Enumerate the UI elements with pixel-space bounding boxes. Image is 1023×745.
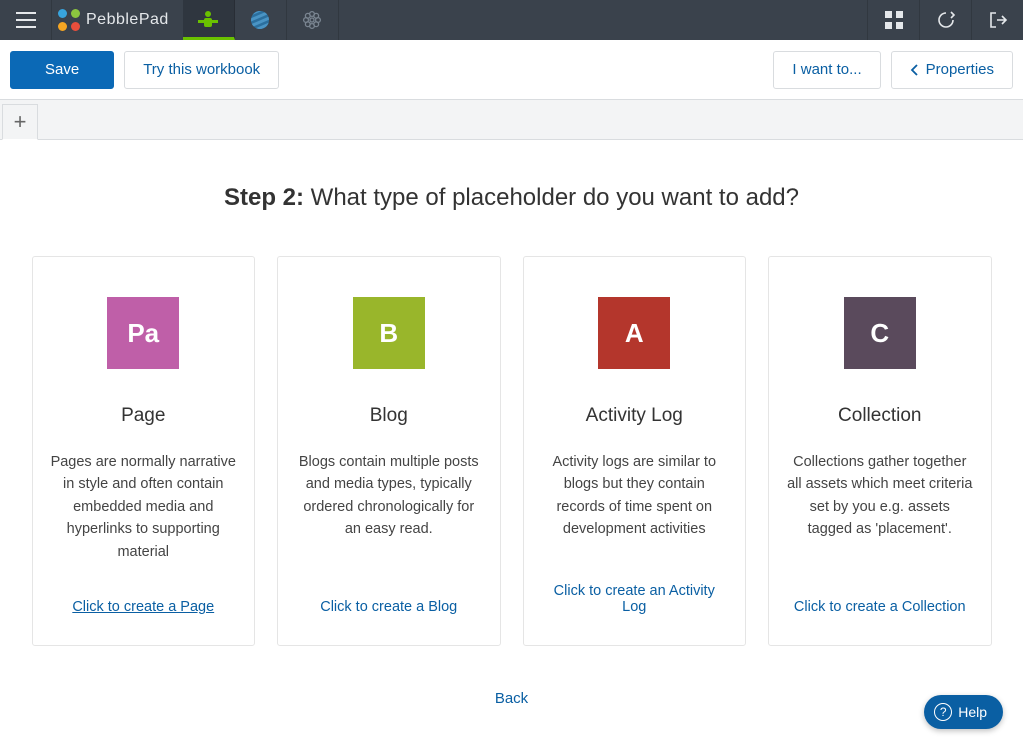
card-page-title: Page	[121, 405, 165, 427]
add-tab-button[interactable]: +	[2, 104, 38, 140]
hamburger-icon	[16, 12, 36, 28]
step-heading: Step 2: What type of placeholder do you …	[32, 184, 992, 212]
save-button[interactable]: Save	[10, 51, 114, 89]
step-question: What type of placeholder do you want to …	[311, 184, 799, 211]
card-collection[interactable]: C Collection Collections gather together…	[768, 256, 992, 646]
logout-button[interactable]	[971, 0, 1023, 40]
card-page-desc: Pages are normally narrative in style an…	[51, 451, 237, 583]
refresh-button[interactable]	[919, 0, 971, 40]
placeholder-type-grid: Pa Page Pages are normally narrative in …	[32, 256, 992, 646]
card-activity-log-badge: A	[598, 297, 670, 369]
nav-person-tab[interactable]	[183, 0, 235, 40]
i-want-to-button[interactable]: I want to...	[773, 51, 880, 89]
card-collection-cta[interactable]: Click to create a Collection	[794, 599, 966, 615]
card-activity-log[interactable]: A Activity Log Activity logs are similar…	[523, 256, 747, 646]
brand-name: PebblePad	[86, 11, 169, 29]
card-collection-title: Collection	[838, 405, 921, 427]
card-blog-desc: Blogs contain multiple posts and media t…	[296, 451, 482, 583]
help-icon: ?	[934, 703, 952, 721]
burger-menu[interactable]	[0, 0, 52, 40]
try-workbook-button[interactable]: Try this workbook	[124, 51, 279, 89]
card-page-cta[interactable]: Click to create a Page	[72, 599, 214, 615]
brand-logo-icon	[58, 9, 80, 31]
logout-icon	[988, 10, 1008, 30]
help-button[interactable]: ? Help	[924, 695, 1003, 729]
card-blog-title: Blog	[370, 405, 408, 427]
tab-strip: +	[0, 100, 1023, 140]
refresh-icon	[936, 10, 956, 30]
card-page[interactable]: Pa Page Pages are normally narrative in …	[32, 256, 256, 646]
properties-button[interactable]: Properties	[891, 51, 1013, 89]
action-toolbar: Save Try this workbook I want to... Prop…	[0, 40, 1023, 100]
main-scroll-area[interactable]: Step 2: What type of placeholder do you …	[0, 140, 1023, 745]
properties-label: Properties	[926, 61, 994, 78]
step-label: Step 2:	[224, 184, 304, 211]
help-label: Help	[958, 704, 987, 720]
back-link[interactable]: Back	[32, 690, 992, 707]
card-activity-log-title: Activity Log	[586, 405, 683, 427]
card-collection-badge: C	[844, 297, 916, 369]
nav-flower-tab[interactable]	[287, 0, 339, 40]
brand[interactable]: PebblePad	[52, 0, 183, 40]
card-page-badge: Pa	[107, 297, 179, 369]
card-blog-cta[interactable]: Click to create a Blog	[320, 599, 457, 615]
apps-grid-icon	[885, 11, 903, 29]
striped-circle-icon	[250, 10, 270, 30]
card-activity-log-desc: Activity logs are similar to blogs but t…	[542, 451, 728, 567]
flower-icon	[302, 10, 322, 30]
card-blog[interactable]: B Blog Blogs contain multiple posts and …	[277, 256, 501, 646]
plus-icon: +	[14, 109, 27, 135]
top-navbar: PebblePad	[0, 0, 1023, 40]
person-icon	[198, 9, 218, 29]
card-blog-badge: B	[353, 297, 425, 369]
card-activity-log-cta[interactable]: Click to create an Activity Log	[542, 583, 728, 615]
card-collection-desc: Collections gather together all assets w…	[787, 451, 973, 583]
chevron-left-icon	[910, 64, 920, 76]
apps-grid-button[interactable]	[867, 0, 919, 40]
nav-globe-tab[interactable]	[235, 0, 287, 40]
